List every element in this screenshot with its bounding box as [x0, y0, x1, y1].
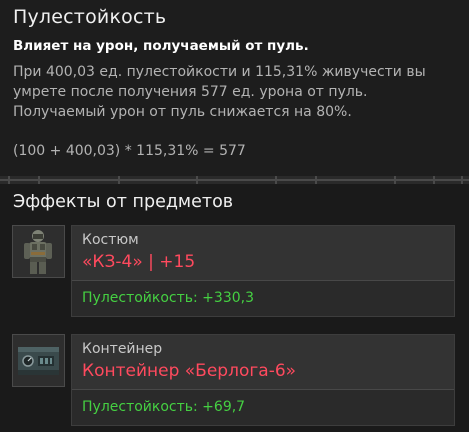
- stat-description: При 400,03 ед. пулестойкости и 115,31% ж…: [13, 62, 463, 122]
- item-name: Контейнер «Берлога-6»: [82, 361, 297, 381]
- stat-subtitle: Влияет на урон, получаемый от пуль.: [13, 38, 309, 54]
- stat-info-panel: Пулестойкость Влияет на урон, получаемый…: [0, 0, 469, 176]
- item-stat-bonus: Пулестойкость: +330,3: [82, 290, 254, 306]
- artifact-container-icon[interactable]: [12, 334, 65, 387]
- item-stat-bonus: Пулестойкость: +69,7: [82, 399, 246, 415]
- section-divider: [0, 176, 469, 184]
- armor-suit-icon[interactable]: [12, 225, 65, 278]
- item-category: Контейнер: [82, 341, 163, 357]
- item-card[interactable]: Костюм «КЗ-4» | +15 Пулестойкость: +330,…: [71, 225, 455, 317]
- item-card[interactable]: Контейнер Контейнер «Берлога-6» Пулестой…: [71, 334, 455, 426]
- stat-formula: (100 + 400,03) * 115,31% = 577: [13, 143, 246, 159]
- description-line: Получаемый урон от пуль снижается на 80%…: [13, 104, 352, 120]
- item-name: «КЗ-4» | +15: [82, 252, 196, 272]
- item-category: Костюм: [82, 232, 139, 248]
- effects-title: Эффекты от предметов: [13, 192, 234, 212]
- stat-title: Пулестойкость: [13, 6, 167, 28]
- description-line: умрете после получения 577 ед. урона от …: [13, 84, 368, 100]
- description-line: При 400,03 ед. пулестойкости и 115,31% ж…: [13, 64, 426, 80]
